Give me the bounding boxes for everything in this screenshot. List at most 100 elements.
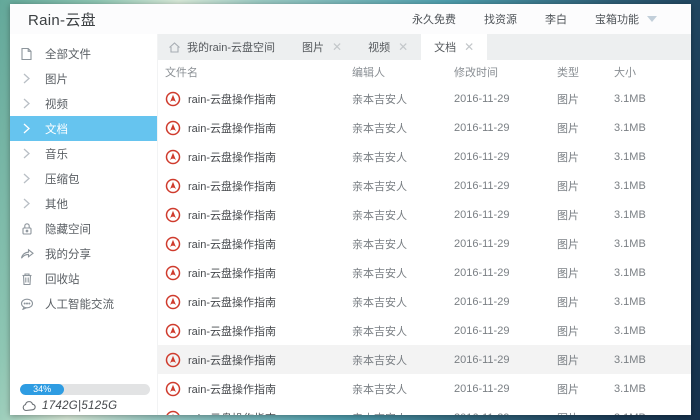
column-header-type[interactable]: 类型: [557, 64, 614, 80]
sidebar-item-recycle-bin[interactable]: 回收站: [10, 266, 157, 291]
sidebar-item-label: 我的分享: [45, 246, 91, 262]
sidebar-item-hidden-space[interactable]: 隐藏空间: [10, 216, 157, 241]
column-header-filename[interactable]: 文件名: [165, 64, 352, 80]
file-name: rain-云盘操作指南: [188, 120, 276, 136]
tab-home[interactable]: 我的rain-云盘空间: [158, 34, 289, 60]
tab-label: 图片: [302, 39, 324, 55]
topbar-links: 永久免费 找资源 李白 宝箱功能: [412, 11, 657, 27]
tab-home-label: 我的rain-云盘空间: [187, 39, 275, 55]
sidebar-item-my-shares[interactable]: 我的分享: [10, 241, 157, 266]
sidebar-item-ai-chat[interactable]: 人工智能交流: [10, 291, 157, 316]
file-size: 3.1MB: [614, 93, 691, 105]
file-modified-date: 2016-11-29: [454, 93, 557, 105]
chevron-right-icon: [19, 96, 34, 111]
file-modified-date: 2016-11-29: [454, 151, 557, 163]
sidebar: 全部文件 图片 视频 文档: [10, 34, 158, 415]
chevron-down-icon[interactable]: [647, 16, 657, 22]
file-size: 3.1MB: [614, 267, 691, 279]
app-title: Rain-云盘: [28, 9, 96, 30]
file-type: 图片: [557, 410, 614, 416]
file-editor: 亲本吉安人: [352, 178, 454, 194]
file-type: 图片: [557, 236, 614, 252]
username-link[interactable]: 李白: [545, 11, 567, 27]
file-type: 图片: [557, 178, 614, 194]
table-row[interactable]: rain-云盘操作指南 亲本吉安人 2016-11-29 图片 3.1MB: [158, 345, 691, 374]
file-modified-date: 2016-11-29: [454, 180, 557, 192]
table-row[interactable]: rain-云盘操作指南 亲本吉安人 2016-11-29 图片 3.1MB: [158, 84, 691, 113]
table-row[interactable]: rain-云盘操作指南 亲本吉安人 2016-11-29 图片 3.1MB: [158, 287, 691, 316]
sidebar-item-documents[interactable]: 文档: [10, 116, 157, 141]
table-row[interactable]: rain-云盘操作指南 亲本吉安人 2016-11-29 图片 3.1MB: [158, 200, 691, 229]
table-row[interactable]: rain-云盘操作指南 亲本吉安人 2016-11-29 图片 3.1MB: [158, 229, 691, 258]
sidebar-item-label: 全部文件: [45, 46, 91, 62]
column-header-editor[interactable]: 编辑人: [352, 64, 454, 80]
pdf-file-icon: [165, 91, 181, 107]
sidebar-item-label: 视频: [45, 96, 68, 112]
file-modified-date: 2016-11-29: [454, 267, 557, 279]
table-row[interactable]: rain-云盘操作指南 亲本吉安人 2016-11-29 图片 3.1MB: [158, 374, 691, 403]
file-editor: 亲本吉安人: [352, 323, 454, 339]
file-modified-date: 2016-11-29: [454, 238, 557, 250]
storage-progress-fill: 34%: [20, 384, 64, 395]
file-icon: [19, 46, 34, 61]
file-editor: 亲本吉安人: [352, 236, 454, 252]
sidebar-item-pictures[interactable]: 图片: [10, 66, 157, 91]
treasure-features-link[interactable]: 宝箱功能: [595, 11, 639, 27]
sidebar-item-videos[interactable]: 视频: [10, 91, 157, 116]
tab-videos[interactable]: 视频 ✕: [355, 34, 421, 60]
file-name: rain-云盘操作指南: [188, 207, 276, 223]
tab-pictures[interactable]: 图片 ✕: [289, 34, 355, 60]
sidebar-item-others[interactable]: 其他: [10, 191, 157, 216]
file-size: 3.1MB: [614, 122, 691, 134]
link-find-resources[interactable]: 找资源: [484, 11, 517, 27]
file-size: 3.1MB: [614, 412, 691, 416]
column-header-size[interactable]: 大小: [614, 64, 691, 80]
home-icon: [168, 41, 181, 54]
storage-progress-bar: 34%: [20, 384, 150, 395]
tab-documents[interactable]: 文档 ✕: [421, 34, 487, 60]
table-row[interactable]: rain-云盘操作指南 亲本吉安人 2016-11-29 图片 3.1MB: [158, 113, 691, 142]
file-name: rain-云盘操作指南: [188, 178, 276, 194]
storage-usage: 1742G|5125G: [42, 400, 117, 412]
close-icon[interactable]: ✕: [332, 41, 342, 53]
file-size: 3.1MB: [614, 238, 691, 250]
table-row[interactable]: rain-云盘操作指南 亲本吉安人 2016-11-29 图片 3.1MB: [158, 316, 691, 345]
close-icon[interactable]: ✕: [464, 41, 474, 53]
chevron-right-icon: [19, 146, 34, 161]
sidebar-item-music[interactable]: 音乐: [10, 141, 157, 166]
file-size: 3.1MB: [614, 296, 691, 308]
table-row[interactable]: rain-云盘操作指南 亲本吉安人 2016-11-29 图片 3.1MB: [158, 142, 691, 171]
file-editor: 亲本吉安人: [352, 120, 454, 136]
file-name: rain-云盘操作指南: [188, 294, 276, 310]
table-row[interactable]: rain-云盘操作指南 亲本吉安人 2016-11-29 图片 3.1MB: [158, 258, 691, 287]
column-header-modified[interactable]: 修改时间: [454, 64, 557, 80]
file-type: 图片: [557, 207, 614, 223]
close-icon[interactable]: ✕: [398, 41, 408, 53]
file-size: 3.1MB: [614, 180, 691, 192]
chevron-right-icon: [19, 121, 34, 136]
file-editor: 亲本吉安人: [352, 265, 454, 281]
link-free-forever[interactable]: 永久免费: [412, 11, 456, 27]
file-editor: 亲本吉安人: [352, 410, 454, 416]
sidebar-item-archives[interactable]: 压缩包: [10, 166, 157, 191]
file-name: rain-云盘操作指南: [188, 265, 276, 281]
file-name: rain-云盘操作指南: [188, 91, 276, 107]
top-bar: Rain-云盘 永久免费 找资源 李白 宝箱功能: [10, 4, 691, 34]
pdf-file-icon: [165, 381, 181, 397]
file-name: rain-云盘操作指南: [188, 410, 276, 416]
sidebar-item-label: 人工智能交流: [45, 296, 114, 312]
file-modified-date: 2016-11-29: [454, 209, 557, 221]
file-size: 3.1MB: [614, 209, 691, 221]
file-name: rain-云盘操作指南: [188, 323, 276, 339]
chevron-right-icon: [19, 171, 34, 186]
table-row[interactable]: rain-云盘操作指南 亲本吉安人 2016-11-29 图片 3.1MB: [158, 403, 691, 415]
sidebar-item-all-files[interactable]: 全部文件: [10, 41, 157, 66]
sidebar-item-label: 图片: [45, 71, 68, 87]
sidebar-item-label: 压缩包: [45, 171, 80, 187]
pdf-file-icon: [165, 178, 181, 194]
pdf-file-icon: [165, 323, 181, 339]
file-modified-date: 2016-11-29: [454, 296, 557, 308]
app-window: Rain-云盘 永久免费 找资源 李白 宝箱功能 全部文件: [10, 4, 691, 415]
table-row[interactable]: rain-云盘操作指南 亲本吉安人 2016-11-29 图片 3.1MB: [158, 171, 691, 200]
file-name: rain-云盘操作指南: [188, 352, 276, 368]
